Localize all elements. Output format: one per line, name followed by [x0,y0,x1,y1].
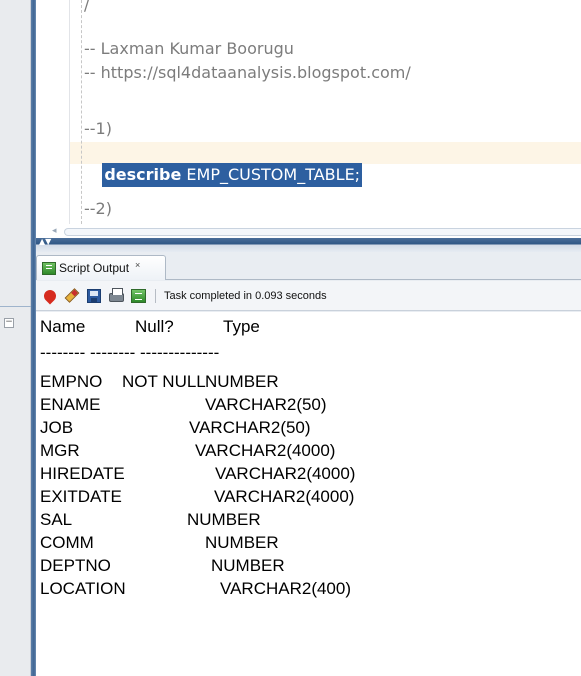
column-null: NOT NULL [122,372,206,391]
output-row: EMPNO NOT NULL NUMBER [40,371,279,393]
output-toolbar: Task completed in 0.093 seconds [36,281,581,311]
header-null: Null? [135,317,174,336]
tab-strip-border [166,279,581,280]
output-row: JOB VARCHAR2(50) [40,417,311,439]
script-output-icon [42,261,56,275]
script-output-area[interactable]: Name Null? Type -------- -------- ------… [36,312,581,676]
eraser-icon[interactable] [63,287,81,305]
output-row: DEPTNO NUMBER [40,555,285,577]
selected-text[interactable]: describe EMP_CUSTOM_TABLE; [102,163,363,187]
code-line[interactable]: -- https://sql4dataanalysis.blogspot.com… [84,62,411,84]
column-name: DEPTNO [40,556,111,575]
column-type: NUMBER [205,533,279,552]
tab-label: Script Output [59,261,130,275]
panel-border [0,306,31,307]
code-line-selected[interactable]: describe EMP_CUSTOM_TABLE; [84,141,363,187]
column-type: NUMBER [205,372,279,391]
code-line[interactable]: / [84,0,89,16]
column-name: EMPNO [40,372,103,391]
task-status: Task completed in 0.093 seconds [164,289,327,302]
sql-keyword: describe [104,165,182,184]
output-row: ENAME VARCHAR2(50) [40,394,327,416]
toolbar-separator [155,288,156,303]
collapse-icon[interactable]: − [4,318,14,328]
column-type: VARCHAR2(4000) [215,464,356,483]
column-name: JOB [40,418,74,437]
column-name: HIREDATE [40,464,125,483]
column-name: ENAME [40,395,101,414]
column-name: LOCATION [40,579,126,598]
column-type: VARCHAR2(4000) [195,441,336,460]
column-type: VARCHAR2(50) [205,395,327,414]
output-row: COMM NUMBER [40,532,279,554]
editor-output-splitter[interactable] [36,238,581,252]
fold-guide [81,0,82,224]
output-header-row: Name Null? Type [40,316,260,338]
splitter-arrows-icon[interactable]: ▲▼ [39,238,51,246]
column-name: MGR [40,441,80,460]
output-row: EXITDATE VARCHAR2(4000) [40,486,354,508]
output-row: LOCATION VARCHAR2(400) [40,578,351,600]
header-type: Type [223,317,260,336]
sql-worksheet-editor[interactable]: / -- Laxman Kumar Boorugu -- https://sql… [36,0,581,224]
save-icon[interactable] [85,287,103,305]
output-separator: -------- -------- -------------- [40,343,220,362]
pin-icon[interactable] [41,287,59,305]
header-name: Name [40,317,86,336]
output-row: HIREDATE VARCHAR2(4000) [40,463,355,485]
navigator-panel: − [0,0,31,676]
close-icon[interactable]: × [135,260,140,270]
column-type: VARCHAR2(400) [220,579,352,598]
column-name: COMM [40,533,94,552]
line-gutter [36,0,69,224]
column-type: NUMBER [187,510,261,529]
code-line[interactable]: --2) [84,198,112,220]
column-name: SAL [40,510,73,529]
code-line[interactable]: --1) [84,118,112,140]
code-line[interactable]: -- Laxman Kumar Boorugu [84,38,294,60]
output-row: SAL NUMBER [40,509,261,531]
sql-statement-rest: EMP_CUSTOM_TABLE; [181,165,361,184]
tab-script-output[interactable]: Script Output × [36,255,166,280]
column-type: VARCHAR2(4000) [214,487,355,506]
print-icon[interactable] [107,287,125,305]
column-type: NUMBER [211,556,285,575]
column-name: EXITDATE [40,487,122,506]
scroll-left-icon[interactable]: ◂ [52,226,57,236]
horizontal-scrollbar[interactable] [64,228,581,236]
column-type: VARCHAR2(50) [189,418,311,437]
gutter-divider [69,0,70,224]
output-row: MGR VARCHAR2(4000) [40,440,335,462]
run-script-icon[interactable] [129,287,147,305]
